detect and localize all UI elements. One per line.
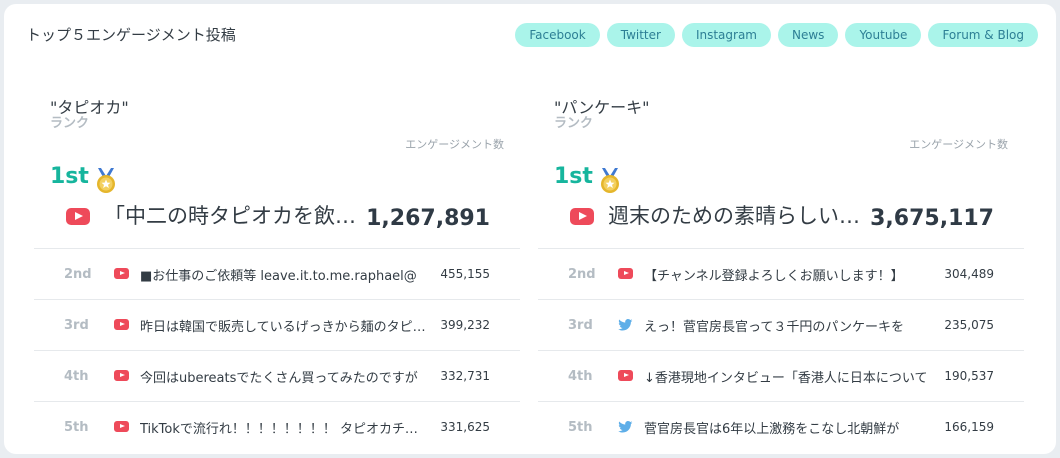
top-post-row[interactable]: 「中二の時タピオカを飲んでいた話 1,267,891: [34, 198, 520, 244]
post-title: えっ！菅官房長官って３千円のパンケーキを: [644, 320, 905, 335]
filter-news[interactable]: News: [778, 23, 839, 47]
top-post-engagement: 1,267,891: [366, 206, 490, 231]
rank-column-header: ランク: [554, 116, 594, 131]
youtube-icon: [114, 370, 129, 381]
rank-label: 2nd: [568, 267, 596, 282]
rank-label: 3rd: [64, 318, 89, 333]
youtube-icon: [618, 370, 633, 381]
engagement-count: 190,537: [944, 369, 994, 383]
medal-icon: [97, 168, 115, 193]
table-row[interactable]: 4th ↓香港現地インタビュー「香港人に日本について 190,537: [538, 350, 1024, 401]
post-title: ■お仕事のご依頼等 leave.it.to.me.raphael@: [140, 269, 417, 284]
rank-label: 5th: [64, 420, 89, 435]
top-engagement-card: トップ５エンゲージメント投稿 Facebook Twitter Instagra…: [4, 4, 1056, 454]
engagement-count: 399,232: [440, 318, 490, 332]
rank-label: 4th: [568, 369, 593, 384]
top-rank-label: 1st: [554, 164, 593, 189]
table-row[interactable]: 2nd ■お仕事のご依頼等 leave.it.to.me.raphael@ 45…: [34, 248, 520, 299]
source-filter-bar: Facebook Twitter Instagram News Youtube …: [515, 23, 1038, 47]
engagement-count: 304,489: [944, 267, 994, 281]
engagement-count: 455,155: [440, 267, 490, 281]
rank-label: 4th: [64, 369, 89, 384]
youtube-icon: [114, 268, 129, 279]
engagement-column-header: エンゲージメント数: [909, 138, 1008, 151]
engagement-count: 332,731: [440, 369, 490, 383]
twitter-icon: [618, 421, 633, 433]
table-row[interactable]: 3rd えっ！菅官房長官って３千円のパンケーキを 235,075: [538, 299, 1024, 350]
top-post-engagement: 3,675,117: [870, 206, 994, 231]
post-title: ↓香港現地インタビュー「香港人に日本について: [644, 371, 928, 386]
post-title: 菅官房長官は6年以上激務をこなし北朝鮮が: [644, 422, 900, 437]
filter-twitter[interactable]: Twitter: [606, 23, 675, 47]
top-post-row[interactable]: 週末のための素晴らしいパンケーキ 3,675,117: [538, 198, 1024, 244]
card-title: トップ５エンゲージメント投稿: [26, 26, 236, 44]
youtube-icon: [66, 208, 90, 225]
table-row[interactable]: 4th 今回はubereatsでたくさん買ってみたのですが 332,731: [34, 350, 520, 401]
top-post-title: 週末のための素晴らしいパンケーキ: [608, 204, 878, 228]
engagement-count: 166,159: [944, 420, 994, 434]
youtube-icon: [618, 268, 633, 279]
post-title: 今回はubereatsでたくさん買ってみたのですが: [140, 371, 418, 386]
rank-label: 2nd: [64, 267, 92, 282]
engagement-count: 331,625: [440, 420, 490, 434]
medal-icon: [601, 168, 619, 193]
top-post-title: 「中二の時タピオカを飲んでいた話: [104, 204, 374, 228]
rank-label: 5th: [568, 420, 593, 435]
engagement-column-header: エンゲージメント数: [405, 138, 504, 151]
post-title: 昨日は韓国で販売しているげっきから麺のタピオカ: [140, 320, 428, 335]
table-row[interactable]: 2nd 【チャンネル登録よろしくお願いします！】 304,489: [538, 248, 1024, 299]
table-row[interactable]: 5th TikTokで流行れ！！！！！！！！ タピオカチャレンジ 331,625: [34, 401, 520, 452]
table-row[interactable]: 3rd 昨日は韓国で販売しているげっきから麺のタピオカ 399,232: [34, 299, 520, 350]
post-title: TikTokで流行れ！！！！！！！！ タピオカチャレンジ: [140, 422, 428, 437]
top-rank-label: 1st: [50, 164, 89, 189]
rank-label: 3rd: [568, 318, 593, 333]
ranked-post-list: 2nd 【チャンネル登録よろしくお願いします！】 304,489 3rd えっ！…: [538, 248, 1024, 452]
twitter-icon: [618, 319, 633, 331]
table-row[interactable]: 5th 菅官房長官は6年以上激務をこなし北朝鮮が 166,159: [538, 401, 1024, 452]
ranked-post-list: 2nd ■お仕事のご依頼等 leave.it.to.me.raphael@ 45…: [34, 248, 520, 452]
filter-youtube[interactable]: Youtube: [845, 23, 922, 47]
youtube-icon: [114, 421, 129, 432]
filter-forum-blog[interactable]: Forum & Blog: [928, 23, 1038, 47]
engagement-count: 235,075: [944, 318, 994, 332]
youtube-icon: [570, 208, 594, 225]
youtube-icon: [114, 319, 129, 330]
rank-column-header: ランク: [50, 116, 90, 131]
filter-facebook[interactable]: Facebook: [515, 23, 600, 47]
post-title: 【チャンネル登録よろしくお願いします！】: [644, 269, 904, 284]
filter-instagram[interactable]: Instagram: [681, 23, 771, 47]
